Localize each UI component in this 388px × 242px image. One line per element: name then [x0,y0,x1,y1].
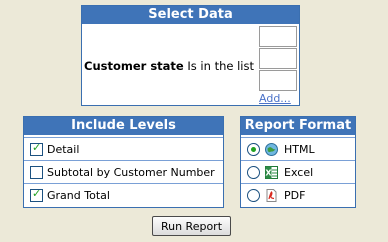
report-format-title: Report Format [241,117,355,135]
add-value-link[interactable]: Add... [259,92,291,105]
select-data-title: Select Data [82,6,299,24]
detail-checkbox[interactable] [30,141,43,156]
pdf-icon [265,188,278,202]
value-input-1[interactable] [259,26,297,47]
format-html-row[interactable]: HTML [241,137,355,160]
grand-total-label: Grand Total [47,188,110,202]
html-radio[interactable] [247,142,260,156]
pdf-radio[interactable] [247,188,260,202]
grand-total-checkbox[interactable] [30,187,43,202]
html-label: HTML [284,142,315,156]
value-input-2[interactable] [259,48,297,69]
format-excel-row[interactable]: X Excel [241,160,355,183]
level-subtotal-row[interactable]: Subtotal by Customer Number [24,160,223,183]
criteria-label: Customer state Is in the list [84,59,254,73]
select-data-panel: Select Data Customer state Is in the lis… [81,5,300,106]
value-input-3[interactable] [259,70,297,91]
svg-text:X: X [265,168,272,177]
level-detail-row[interactable]: Detail [24,137,223,160]
include-levels-panel: Include Levels Detail Subtotal by Custom… [23,116,224,208]
excel-radio[interactable] [247,165,260,179]
format-pdf-row[interactable]: PDF [241,183,355,206]
pdf-label: PDF [284,188,306,202]
run-report-button[interactable]: Run Report [152,216,231,236]
excel-label: Excel [284,165,314,179]
criteria-field: Customer state [84,59,184,73]
detail-label: Detail [47,142,80,156]
criteria-operator: Is in the list [187,59,254,73]
subtotal-label: Subtotal by Customer Number [47,165,215,179]
excel-icon: X [265,165,278,179]
subtotal-checkbox[interactable] [30,165,43,179]
include-levels-title: Include Levels [24,117,223,135]
html-icon [265,142,278,156]
level-grand-total-row[interactable]: Grand Total [24,183,223,206]
report-format-panel: Report Format HTML X Excel PDF [240,116,356,208]
